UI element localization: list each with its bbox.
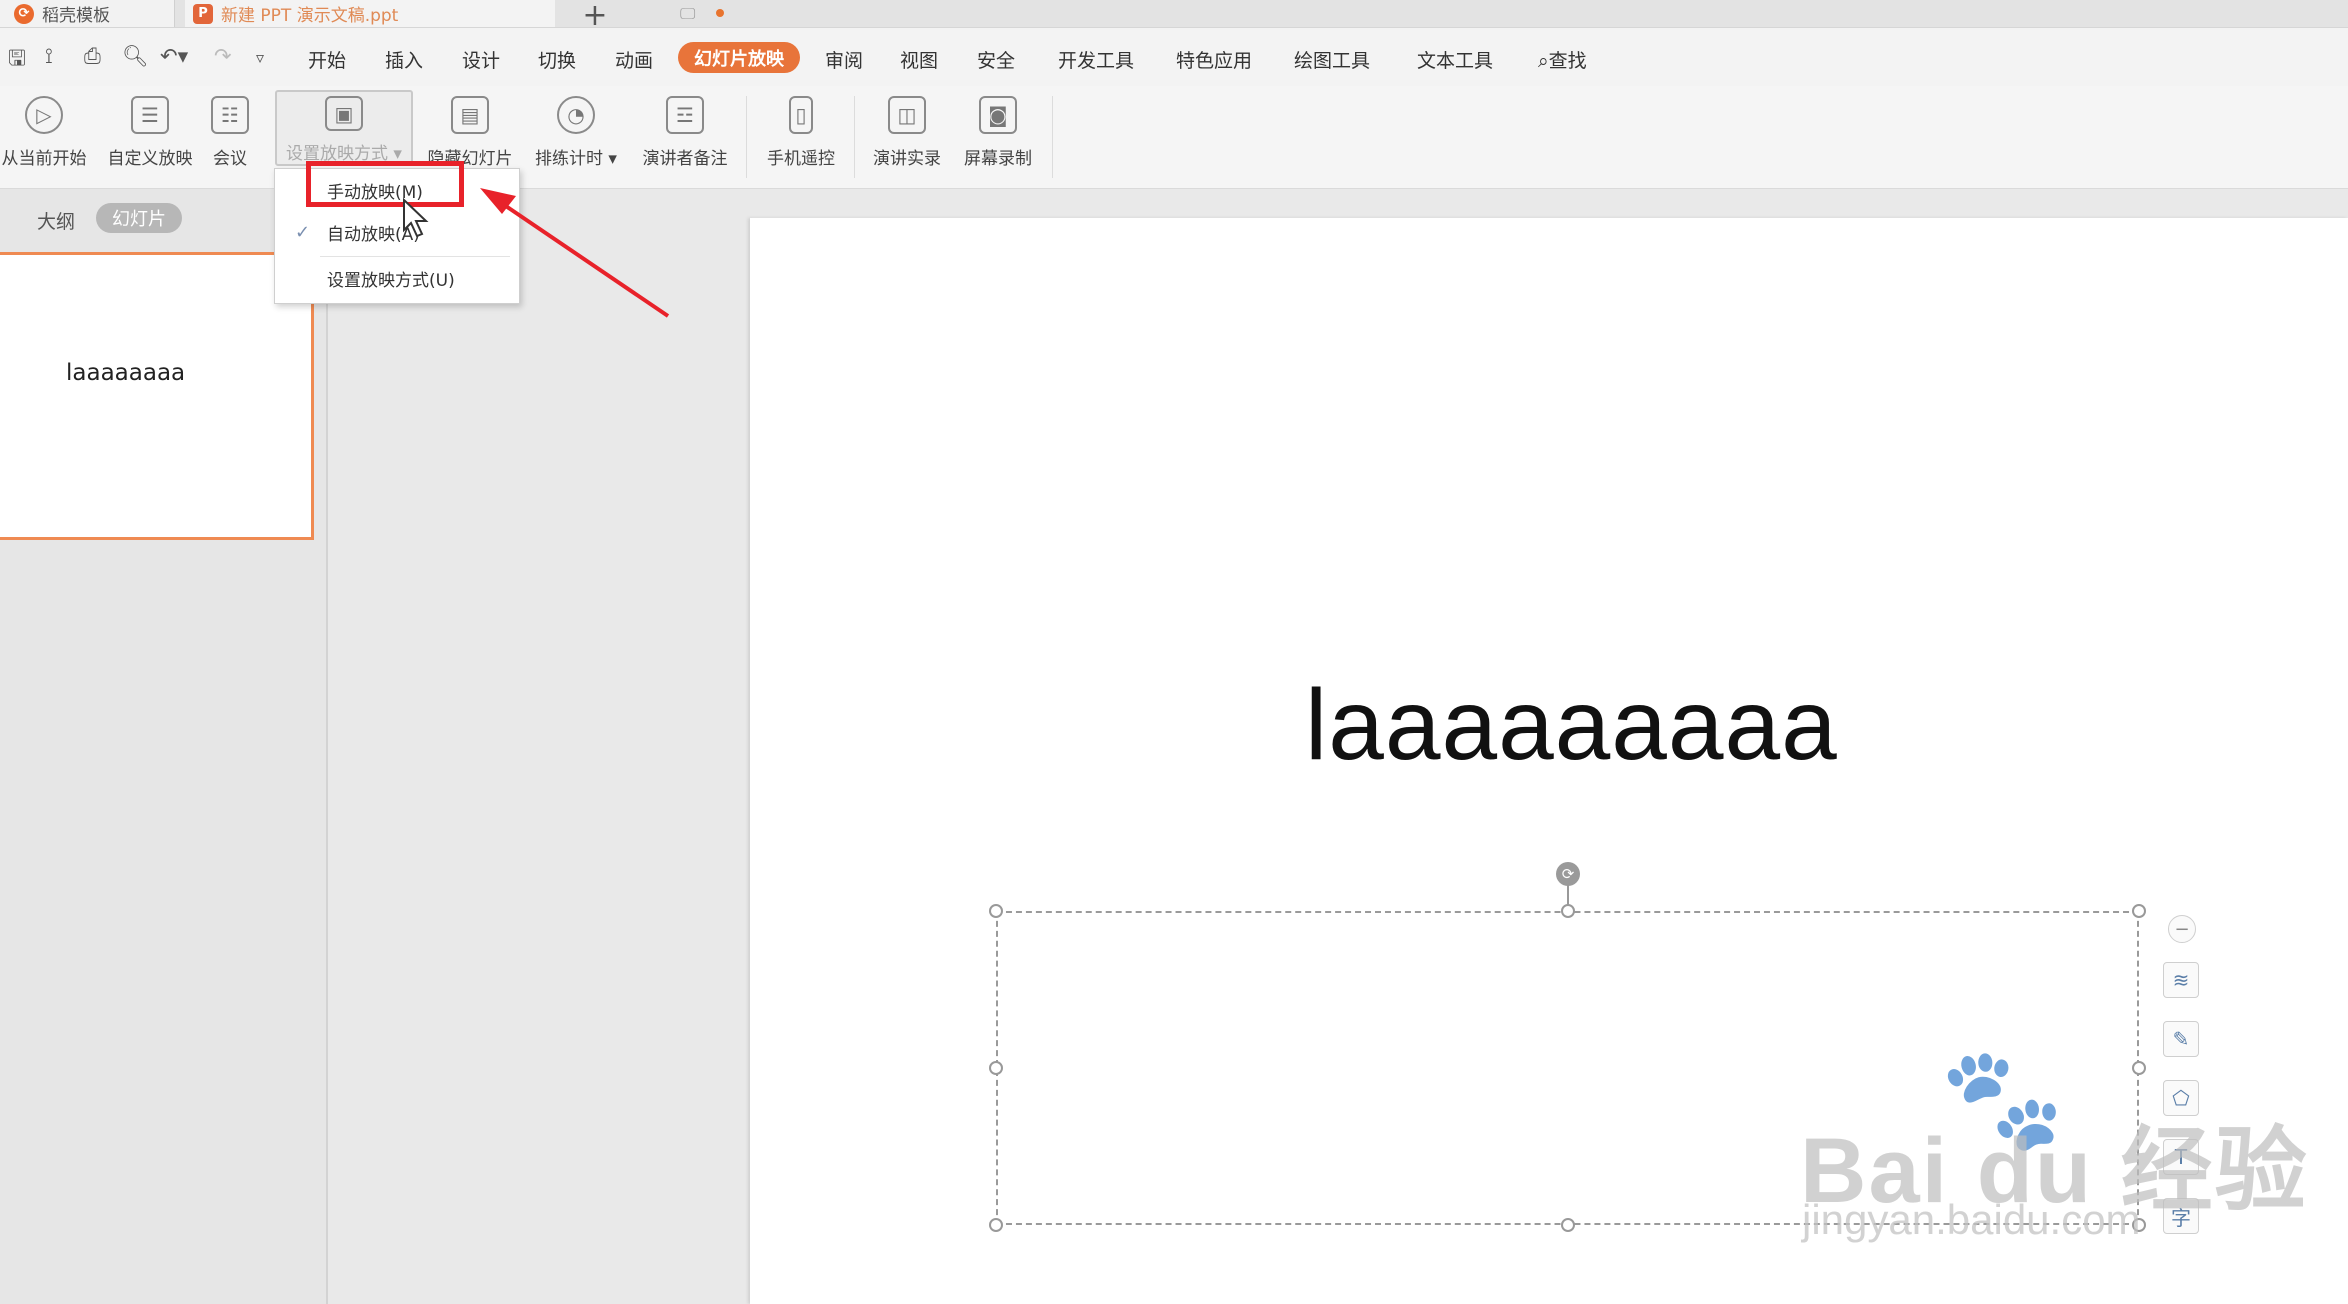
mouse-cursor-icon [403,197,429,238]
annotation-overlay [403,188,670,318]
red-arrow-annotation [480,188,670,318]
